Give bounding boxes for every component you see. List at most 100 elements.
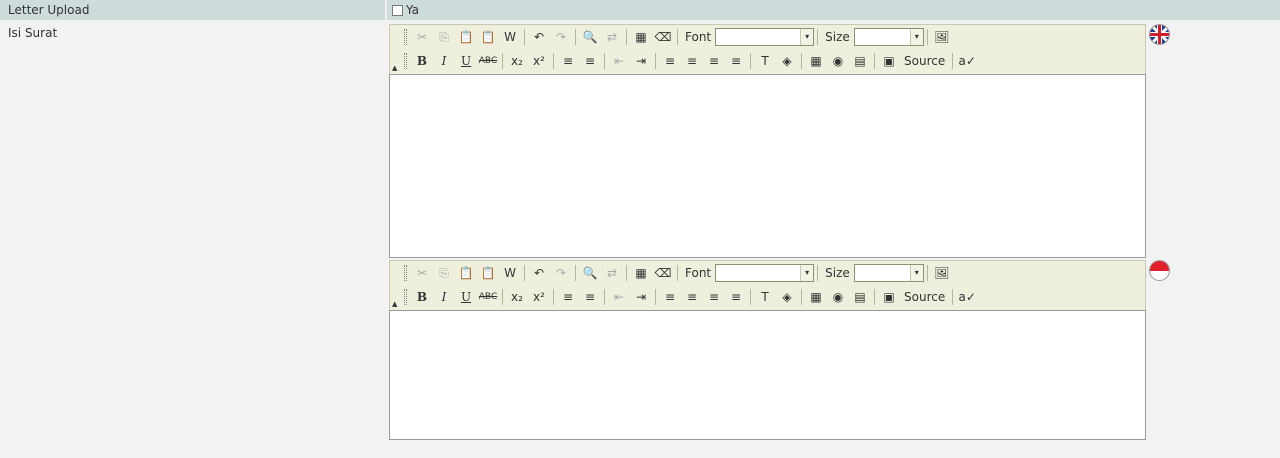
size-select[interactable]: ▾ xyxy=(853,264,924,282)
paste-word-icon[interactable]: W xyxy=(499,263,521,283)
remove-format-icon[interactable]: ⌫ xyxy=(652,27,674,47)
italic-icon[interactable]: I xyxy=(433,287,455,307)
flash-icon[interactable]: ◉ xyxy=(827,287,849,307)
toolbar-grip[interactable] xyxy=(404,29,407,45)
text-color-icon[interactable]: T xyxy=(754,287,776,307)
source-button-label[interactable]: Source xyxy=(900,290,949,304)
bold-icon[interactable]: B xyxy=(411,287,433,307)
toolbar-grip[interactable] xyxy=(404,289,407,305)
toolbar-separator xyxy=(750,53,751,69)
toolbar-separator xyxy=(677,265,678,281)
outdent-icon[interactable]: ⇤ xyxy=(608,287,630,307)
toolbar-separator xyxy=(626,29,627,45)
letter-upload-checkbox[interactable] xyxy=(392,4,403,16)
align-left-icon[interactable]: ≡ xyxy=(659,51,681,71)
align-right-icon[interactable]: ≡ xyxy=(703,51,725,71)
collapse-toolbar-icon[interactable]: ▲ xyxy=(392,300,397,308)
horizontal-rule-icon[interactable]: ▤ xyxy=(849,287,871,307)
justify-icon[interactable]: ≡ xyxy=(725,51,747,71)
toolbar-separator xyxy=(655,53,656,69)
toolbar-separator xyxy=(952,289,954,305)
unordered-list-icon[interactable]: ≡ xyxy=(579,287,601,307)
align-center-icon[interactable]: ≡ xyxy=(681,287,703,307)
letter-upload-checkbox-label[interactable]: Ya xyxy=(406,0,419,20)
ordered-list-icon[interactable]: ≡ xyxy=(557,51,579,71)
chevron-down-icon[interactable]: ▾ xyxy=(909,29,923,45)
editor-content-area[interactable] xyxy=(389,310,1146,440)
toolbar-row-2: B I U ABC x₂ x² ≡ ≡ ⇤ ⇥ ≡ ≡ ≡ ≡ T ◈ ▦ ◉ … xyxy=(402,286,978,308)
justify-icon[interactable]: ≡ xyxy=(725,287,747,307)
paste-text-icon[interactable]: 📋 xyxy=(477,27,499,47)
toolbar-separator xyxy=(926,265,928,281)
table-icon[interactable]: ▦ xyxy=(805,51,827,71)
undo-icon[interactable]: ↶ xyxy=(528,27,550,47)
underline-icon[interactable]: U xyxy=(455,287,477,307)
table-icon[interactable]: ▦ xyxy=(805,287,827,307)
copy-icon[interactable]: ⎘ xyxy=(433,27,455,47)
superscript-icon[interactable]: x² xyxy=(528,287,550,307)
toolbar-separator xyxy=(524,29,525,45)
toolbar-grip[interactable] xyxy=(404,265,407,281)
copy-icon[interactable]: ⎘ xyxy=(433,263,455,283)
source-icon[interactable]: ▣ xyxy=(878,51,900,71)
subscript-icon[interactable]: x₂ xyxy=(506,287,528,307)
paste-text-icon[interactable]: 📋 xyxy=(477,263,499,283)
paste-word-icon[interactable]: W xyxy=(499,27,521,47)
paste-icon[interactable]: 📋 xyxy=(455,27,477,47)
collapse-toolbar-icon[interactable]: ▲ xyxy=(392,64,397,72)
chevron-down-icon[interactable]: ▾ xyxy=(800,29,814,45)
chevron-down-icon[interactable]: ▾ xyxy=(909,265,923,281)
toolbar-separator xyxy=(952,53,954,69)
spellcheck-icon[interactable]: a✓ xyxy=(956,287,978,307)
image-icon[interactable]: 🖼 xyxy=(931,27,953,47)
align-right-icon[interactable]: ≡ xyxy=(703,287,725,307)
horizontal-rule-icon[interactable]: ▤ xyxy=(849,51,871,71)
ordered-list-icon[interactable]: ≡ xyxy=(557,287,579,307)
source-button-label[interactable]: Source xyxy=(900,54,949,68)
strikethrough-icon[interactable]: ABC xyxy=(477,287,499,307)
bold-icon[interactable]: B xyxy=(411,51,433,71)
background-color-icon[interactable]: ◈ xyxy=(776,51,798,71)
replace-icon[interactable]: ⇄ xyxy=(601,27,623,47)
underline-icon[interactable]: U xyxy=(455,51,477,71)
toolbar-separator xyxy=(817,265,819,281)
subscript-icon[interactable]: x₂ xyxy=(506,51,528,71)
superscript-icon[interactable]: x² xyxy=(528,51,550,71)
outdent-icon[interactable]: ⇤ xyxy=(608,51,630,71)
toolbar-separator xyxy=(677,29,678,45)
italic-icon[interactable]: I xyxy=(433,51,455,71)
image-icon[interactable]: 🖼 xyxy=(931,263,953,283)
indent-icon[interactable]: ⇥ xyxy=(630,51,652,71)
editor-content-area[interactable] xyxy=(389,74,1146,258)
cut-icon[interactable]: ✂ xyxy=(411,263,433,283)
redo-icon[interactable]: ↷ xyxy=(550,263,572,283)
cut-icon[interactable]: ✂ xyxy=(411,27,433,47)
align-center-icon[interactable]: ≡ xyxy=(681,51,703,71)
source-icon[interactable]: ▣ xyxy=(878,287,900,307)
background-color-icon[interactable]: ◈ xyxy=(776,287,798,307)
chevron-down-icon[interactable]: ▾ xyxy=(800,265,814,281)
remove-format-icon[interactable]: ⌫ xyxy=(652,263,674,283)
strikethrough-icon[interactable]: ABC xyxy=(477,51,499,71)
toolbar-grip[interactable] xyxy=(404,53,407,69)
redo-icon[interactable]: ↷ xyxy=(550,27,572,47)
find-icon[interactable]: 🔍 xyxy=(579,263,601,283)
size-select[interactable]: ▾ xyxy=(853,28,924,46)
replace-icon[interactable]: ⇄ xyxy=(601,263,623,283)
align-left-icon[interactable]: ≡ xyxy=(659,287,681,307)
unordered-list-icon[interactable]: ≡ xyxy=(579,51,601,71)
spellcheck-icon[interactable]: a✓ xyxy=(956,51,978,71)
text-color-icon[interactable]: T xyxy=(754,51,776,71)
select-all-icon[interactable]: ▦ xyxy=(630,27,652,47)
flash-icon[interactable]: ◉ xyxy=(827,51,849,71)
toolbar-separator xyxy=(502,53,503,69)
letter-upload-value: Ya xyxy=(387,0,1280,20)
font-select[interactable]: ▾ xyxy=(715,264,815,282)
font-select[interactable]: ▾ xyxy=(715,28,815,46)
undo-icon[interactable]: ↶ xyxy=(528,263,550,283)
indent-icon[interactable]: ⇥ xyxy=(630,287,652,307)
find-icon[interactable]: 🔍 xyxy=(579,27,601,47)
select-all-icon[interactable]: ▦ xyxy=(630,263,652,283)
toolbar-row-1: ✂ ⎘ 📋 📋 W ↶ ↷ 🔍 ⇄ ▦ ⌫ Font ▾ Size ▾ 🖼 xyxy=(402,262,953,284)
paste-icon[interactable]: 📋 xyxy=(455,263,477,283)
